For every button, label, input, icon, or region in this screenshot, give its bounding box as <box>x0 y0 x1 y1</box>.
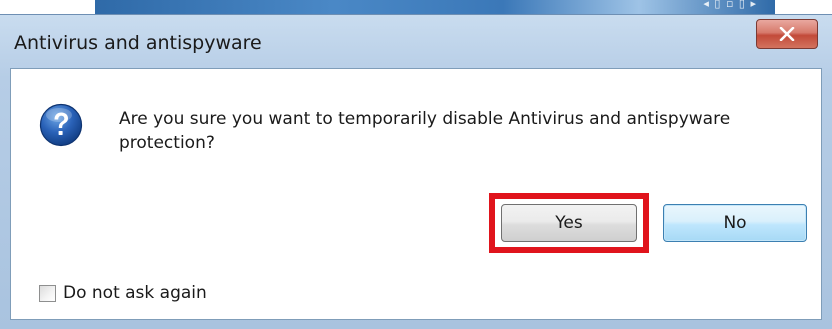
do-not-ask-again-row[interactable]: Do not ask again <box>39 281 207 305</box>
background-window-strip: ◂ ▯ ▫ ▯ ▸ <box>95 0 775 14</box>
no-button[interactable]: No <box>663 204 807 242</box>
dialog-content: Are you sure you want to temporarily dis… <box>10 68 822 320</box>
question-icon <box>39 103 83 147</box>
window-title: Antivirus and antispyware <box>14 32 262 54</box>
close-icon <box>779 27 795 41</box>
close-button[interactable] <box>756 19 818 49</box>
do-not-ask-again-checkbox[interactable] <box>39 284 56 302</box>
title-bar[interactable]: Antivirus and antispyware <box>0 15 832 67</box>
do-not-ask-again-label[interactable]: Do not ask again <box>63 283 207 303</box>
dialog-window: Antivirus and antispyware Are you sure y… <box>0 14 832 329</box>
background-glyphs: ◂ ▯ ▫ ▯ ▸ <box>703 0 757 10</box>
yes-button[interactable]: Yes <box>501 204 637 242</box>
screen: ◂ ▯ ▫ ▯ ▸ Antivirus and antispyware Are … <box>0 0 832 329</box>
dialog-message: Are you sure you want to temporarily dis… <box>119 109 731 153</box>
